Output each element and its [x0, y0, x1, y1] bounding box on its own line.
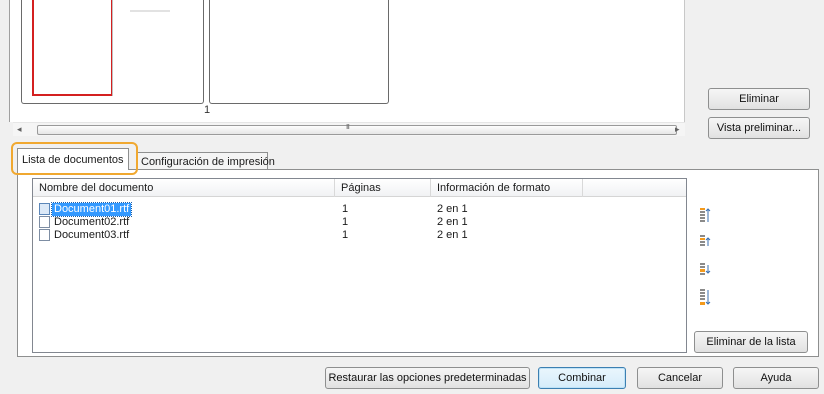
delete-button[interactable]: Eliminar	[708, 88, 810, 110]
column-header-extra	[583, 179, 686, 197]
print-preview-button[interactable]: Vista preliminar...	[708, 117, 810, 139]
page-number-label: 1	[203, 104, 211, 116]
document-icon	[39, 203, 50, 215]
table-row[interactable]: Document03.rtf 1 2 en 1	[33, 229, 686, 242]
move-up-icon[interactable]	[699, 234, 711, 252]
move-to-bottom-icon[interactable]	[699, 288, 711, 308]
table-header: Nombre del documento Páginas Información…	[33, 179, 686, 197]
page-thumbnail-1[interactable]	[21, 0, 204, 104]
pages-cell: 1	[342, 216, 349, 228]
document-name-cell: Document02.rtf	[54, 216, 130, 228]
move-to-top-icon[interactable]	[699, 208, 711, 226]
document-icon	[39, 229, 50, 241]
help-button[interactable]: Ayuda	[733, 367, 819, 389]
format-cell: 2 en 1	[437, 203, 468, 215]
tab-print-settings[interactable]: Configuración de impresión	[136, 152, 275, 170]
page-thumbnail-2[interactable]	[209, 0, 389, 104]
column-header-format[interactable]: Información de formato	[431, 179, 583, 197]
document-name-cell: Document01.rtf	[50, 202, 133, 217]
column-header-pages[interactable]: Páginas	[335, 179, 431, 197]
document-name-cell: Document03.rtf	[54, 229, 130, 241]
tab-content-panel: Nombre del documento Páginas Información…	[17, 169, 819, 357]
horizontal-scrollbar[interactable]: ◂ III ▸	[13, 122, 685, 136]
scrollbar-grip-icon: III	[346, 124, 350, 131]
format-cell: 2 en 1	[437, 229, 468, 241]
format-cell: 2 en 1	[437, 216, 468, 228]
move-down-icon[interactable]	[699, 262, 711, 280]
cancel-button[interactable]: Cancelar	[637, 367, 723, 389]
tab-highlight-frame	[11, 142, 138, 175]
faint-text-line	[130, 10, 170, 12]
remove-from-list-button[interactable]: Eliminar de la lista	[694, 331, 808, 353]
table-row[interactable]: Document01.rtf 1 2 en 1	[33, 202, 686, 217]
document-table[interactable]: Nombre del documento Páginas Información…	[32, 178, 687, 353]
right-panel-divider	[684, 0, 685, 136]
column-header-name[interactable]: Nombre del documento	[33, 179, 335, 197]
sheet-divider	[112, 0, 113, 96]
restore-defaults-button[interactable]: Restaurar las opciones predeterminadas	[325, 367, 530, 389]
sheet-left-half	[32, 0, 112, 96]
table-row[interactable]: Document02.rtf 1 2 en 1	[33, 216, 686, 229]
scroll-left-arrow-icon[interactable]: ◂	[17, 124, 22, 135]
document-icon	[39, 216, 50, 228]
scrollbar-thumb[interactable]: III	[37, 124, 677, 135]
combine-button[interactable]: Combinar	[538, 367, 626, 389]
scroll-right-arrow-icon[interactable]: ▸	[675, 124, 680, 135]
pages-cell: 1	[342, 203, 349, 215]
pages-cell: 1	[342, 229, 349, 241]
